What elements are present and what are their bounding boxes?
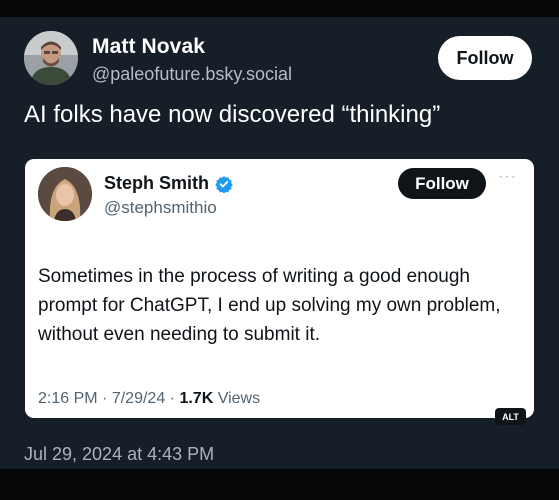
author-handle[interactable]: @paleofuture.bsky.social [92, 64, 292, 85]
alt-text-badge[interactable]: ALT [495, 408, 526, 425]
quoted-post-meta: 2:16 PM · 7/29/24 · 1.7K Views [38, 390, 260, 408]
quoted-post-image[interactable]: Steph Smith @stephsmithio Follow ··· Som… [25, 159, 534, 425]
quoted-author-avatar [38, 167, 92, 221]
meta-separator: · [102, 390, 108, 407]
quoted-follow-button: Follow [398, 168, 486, 199]
quoted-post-views-count: 1.7K [179, 390, 214, 407]
post-text: AI folks have now discovered “thinking” [24, 101, 441, 128]
quoted-author-name: Steph Smith [104, 173, 233, 194]
quoted-post-views-label: Views [217, 390, 261, 407]
follow-button[interactable]: Follow [438, 36, 532, 80]
quoted-author-name-label: Steph Smith [104, 173, 210, 193]
post-timestamp[interactable]: Jul 29, 2024 at 4:43 PM [24, 444, 214, 465]
author-avatar[interactable] [24, 31, 78, 85]
verified-badge-icon [215, 175, 233, 194]
more-options-icon: ··· [498, 168, 517, 185]
author-name[interactable]: Matt Novak [92, 35, 205, 59]
quoted-post-date: 7/29/24 [111, 390, 166, 407]
bluesky-post: Matt Novak @paleofuture.bsky.social Foll… [0, 17, 559, 469]
meta-separator: · [169, 390, 175, 407]
quoted-post-time: 2:16 PM [38, 390, 98, 407]
quoted-author-handle: @stephsmithio [104, 198, 217, 217]
quoted-post-text: Sometimes in the process of writing a go… [38, 266, 501, 345]
